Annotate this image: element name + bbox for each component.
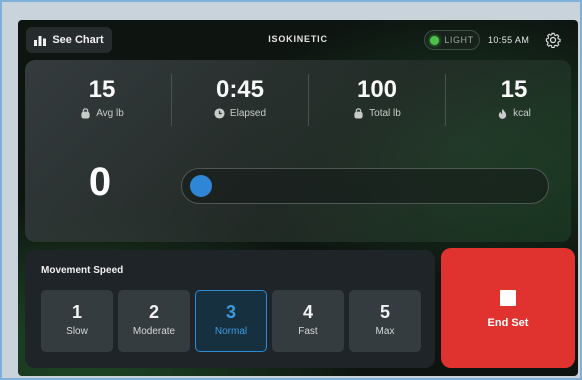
clock-icon	[214, 108, 225, 119]
speed-option-label: Max	[375, 326, 395, 337]
light-status-dot	[430, 35, 440, 45]
stat-elapsed: 0:45 Elapsed	[171, 76, 309, 119]
elapsed-label: Elapsed	[229, 108, 267, 119]
stat-total: 100 Total lb	[308, 76, 446, 119]
stat-avg: 15 Avg lb	[33, 76, 171, 119]
end-set-button[interactable]: End Set	[441, 248, 575, 368]
total-label: Total lb	[369, 108, 401, 119]
gear-icon[interactable]	[545, 32, 561, 48]
speed-option-number: 2	[148, 302, 159, 322]
mode-title: ISOKINETIC	[268, 34, 328, 44]
see-chart-label: See Chart	[52, 34, 104, 46]
speed-option-label: Fast	[298, 326, 318, 337]
avg-value: 15	[88, 76, 116, 103]
kettlebell-icon	[354, 108, 363, 119]
flame-icon	[498, 108, 507, 119]
top-bar: See Chart ISOKINETIC LIGHT 10:55 AM	[18, 20, 578, 60]
end-set-label: End Set	[487, 317, 529, 329]
total-value: 100	[356, 76, 398, 103]
light-toggle[interactable]: LIGHT	[424, 30, 480, 50]
stat-kcal: 15 kcal	[445, 76, 578, 119]
speed-option-number: 1	[71, 302, 82, 322]
speed-option-2[interactable]: 2 Moderate	[118, 290, 190, 352]
clock-time: 10:55 AM	[488, 35, 530, 45]
speed-option-label: Slow	[66, 326, 88, 337]
app-screen: See Chart ISOKINETIC LIGHT 10:55 AM 15 A…	[18, 20, 578, 376]
force-slider-track[interactable]	[181, 168, 549, 204]
speed-option-number: 3	[225, 302, 236, 322]
speed-option-4[interactable]: 4 Fast	[272, 290, 344, 352]
speed-option-1[interactable]: 1 Slow	[41, 290, 113, 352]
speed-option-label: Normal	[214, 326, 248, 337]
light-label: LIGHT	[444, 35, 474, 45]
movement-speed-title: Movement Speed	[41, 265, 124, 276]
see-chart-button[interactable]: See Chart	[26, 27, 112, 53]
kettlebell-icon	[81, 108, 90, 119]
movement-speed-panel: Movement Speed 1 Slow 2 Moderate 3 Norma…	[25, 250, 435, 368]
speed-option-number: 4	[302, 302, 313, 322]
device-frame: See Chart ISOKINETIC LIGHT 10:55 AM 15 A…	[0, 0, 582, 380]
elapsed-value: 0:45	[215, 76, 265, 103]
avg-label: Avg lb	[96, 108, 124, 119]
bar-chart-icon	[34, 35, 47, 46]
speed-option-number: 5	[379, 302, 390, 322]
speed-option-3[interactable]: 3 Normal	[195, 290, 267, 352]
speed-option-5[interactable]: 5 Max	[349, 290, 421, 352]
force-readout: 0	[88, 160, 112, 204]
stop-icon	[500, 290, 516, 306]
force-slider-knob[interactable]	[190, 175, 212, 197]
kcal-label: kcal	[513, 108, 531, 119]
speed-option-label: Moderate	[132, 326, 176, 337]
kcal-value: 15	[500, 76, 528, 103]
stats-panel: 15 Avg lb 0:45 Elapsed 100 Total lb 15 k…	[25, 60, 571, 242]
